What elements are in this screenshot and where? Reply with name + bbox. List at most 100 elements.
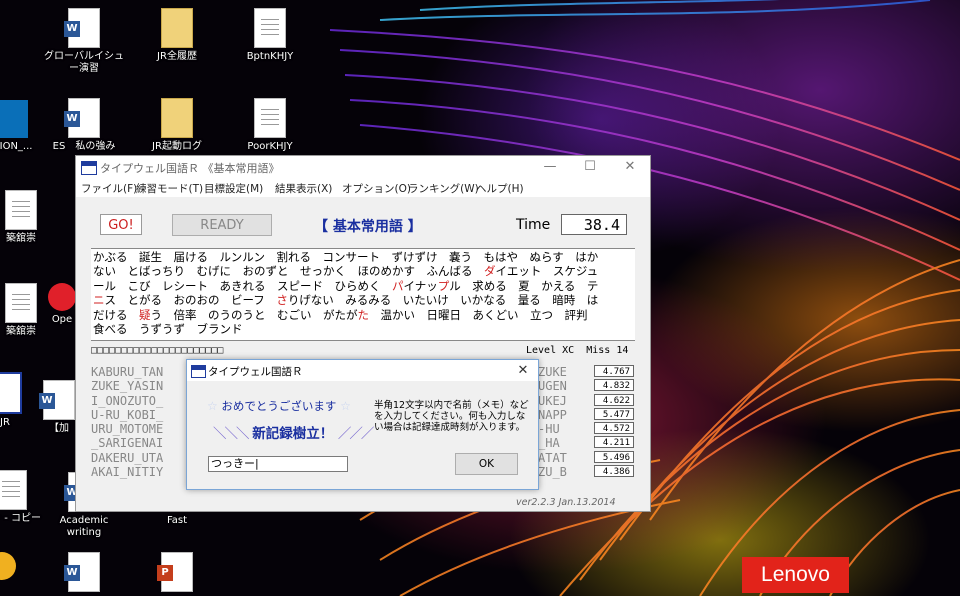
- practice-text-segment: う 倍率 のうのうと むごい がたが: [150, 307, 358, 322]
- minimize-icon: —: [543, 159, 557, 174]
- word-document-icon: W: [64, 552, 100, 592]
- desktop-icon-label: BptnKHJY: [246, 51, 294, 62]
- history-row-tail: ZU_B: [538, 465, 567, 480]
- history-left-column: KABURU_TAN ZUKE_YASIN I_ONOZUTO_ U-RU_KOBI_…: [91, 365, 163, 479]
- time-label: Time: [516, 217, 551, 233]
- history-row-tail: UKEJ: [538, 393, 567, 408]
- desktop-icon-bptnkhjy[interactable]: BptnKHJY: [227, 8, 313, 63]
- desktop-icon-label: Academic writing: [59, 515, 109, 538]
- practice-text-segment: りげない みるみる いたいけ いかなる 量る 暗時 は: [287, 293, 599, 308]
- miss-text: Miss 14: [586, 345, 629, 356]
- desktop-icon-powerpoint[interactable]: P: [134, 552, 220, 595]
- document-icon: [0, 470, 27, 510]
- menu-ranking[interactable]: ランキング(W): [408, 181, 479, 196]
- score-value: 5.496: [594, 450, 634, 463]
- desktop-icon-label: 築舘崇: [6, 326, 36, 337]
- highlighted-char: パ: [392, 278, 404, 293]
- minimize-button[interactable]: —: [530, 156, 570, 178]
- practice-text-segment: 食べる うずうず ブランド: [93, 322, 243, 337]
- dialog-title: タイプウェル国語Ｒ: [208, 366, 303, 378]
- practice-text-line: ール こび レシート あきれる スピード ひらめく パイナップル 求める 夏 か…: [93, 279, 633, 293]
- score-list: 4.767 4.832 4.622 5.477 4.572 4.211 5.496 4.386: [594, 365, 634, 479]
- desktop-icon-jr-history[interactable]: JR全履歴: [134, 8, 220, 63]
- desktop-icon-label: JR全履歴: [157, 51, 197, 62]
- star-icon: ☆: [207, 399, 218, 413]
- practice-text-segment: イエット スケジュ: [495, 264, 599, 279]
- opera-icon: [48, 283, 76, 311]
- highlighted-char: ダ: [484, 264, 496, 279]
- record-text: 新記録樹立！: [252, 426, 334, 442]
- desktop-icon-name-1[interactable]: 築舘崇: [0, 190, 64, 245]
- word-document-icon: W: [64, 8, 100, 48]
- ready-button[interactable]: READY: [172, 214, 272, 236]
- history-row-tail: ZUKE: [538, 365, 567, 379]
- highlighted-char: ニ: [93, 293, 105, 308]
- desktop-icon-label: Fast: [166, 515, 188, 526]
- app-window-icon: [191, 365, 206, 378]
- desktop-icon-global-issue[interactable]: W グローバルイシュー演習: [41, 8, 127, 75]
- close-icon: ✕: [624, 159, 636, 174]
- powerpoint-icon: P: [157, 552, 193, 592]
- level-miss-info: Level XC Miss 14: [526, 345, 628, 356]
- highlighted-char: プ: [437, 278, 450, 293]
- folder-icon: [161, 98, 193, 138]
- practice-text-area: かぶる 誕生 届ける ルンルン 割れる コンサート ずけずけ 嚢う もはや ぬら…: [91, 248, 635, 341]
- new-record-dialog[interactable]: タイプウェル国語Ｒ ✕ ☆ おめでとうございます ☆ ＼＼＼ 新記録樹立！ ／／…: [186, 359, 539, 490]
- history-row-tail: ATAT: [538, 450, 567, 465]
- desktop-icon-jr-log[interactable]: JR起動ログ: [134, 98, 220, 153]
- desktop-icon-poorkhjy[interactable]: PoorKHJY: [227, 98, 313, 153]
- score-value: 4.767: [594, 365, 634, 377]
- desktop-icon-copy[interactable]: ダー - コピー: [0, 470, 46, 525]
- dialog-title-bar[interactable]: タイプウェル国語Ｒ ✕: [187, 360, 538, 381]
- sparkle-icon: ＼＼＼: [213, 426, 249, 442]
- app-icon: [0, 100, 28, 138]
- menu-file[interactable]: ファイル(F): [81, 181, 137, 196]
- history-row: DAKERU_UTA: [91, 450, 164, 465]
- congrats-text: おめでとうございます: [221, 399, 337, 413]
- history-row: U-RU_KOBI_: [91, 407, 164, 422]
- history-row-tail: UGEN: [538, 379, 567, 394]
- score-value: 4.386: [594, 465, 634, 478]
- congrats-message: ☆ おめでとうございます ☆: [207, 398, 351, 414]
- desktop-icon-label: JR起動ログ: [152, 141, 202, 152]
- level-text: Level XC: [526, 345, 575, 356]
- practice-text-line: かぶる 誕生 届ける ルンルン 割れる コンサート ずけずけ 嚢う もはや ぬら…: [93, 250, 633, 264]
- main-title-bar[interactable]: タイプウェル国語Ｒ 《基本常用語》 — ☐ ✕: [76, 156, 650, 178]
- history-row: ZUKE_YASIN: [91, 379, 164, 394]
- dialog-instructions: 半角12文字以内で名前（メモ）などを入力してください。何も入力しない場合は記録達…: [374, 400, 529, 433]
- desktop-icon-label: PoorKHJY: [247, 141, 293, 152]
- menu-bar: ファイル(F) 練習モード(T) 目標設定(M) 結果表示(X) オプション(O…: [76, 178, 650, 197]
- desktop-icon-word-bottom[interactable]: W: [41, 552, 127, 595]
- document-icon: [254, 8, 286, 48]
- history-row: I_ONOZUTO_: [91, 393, 164, 408]
- word-document-icon: W: [64, 98, 100, 138]
- practice-text-segment: 温かい 日曜日 あくどい 立つ 評判: [369, 307, 588, 322]
- close-button[interactable]: ✕: [610, 156, 650, 178]
- maximize-button[interactable]: ☐: [570, 156, 610, 178]
- desktop-icon-chrome[interactable]: [0, 552, 32, 583]
- menu-practice-mode[interactable]: 練習モード(T): [136, 181, 203, 196]
- history-row: KABURU_TAN: [91, 365, 164, 379]
- desktop-icon-es-strength[interactable]: W ES 私の強み: [41, 98, 127, 153]
- practice-text-segment: ル 求める 夏 かえる テ: [449, 278, 599, 293]
- score-value: 4.622: [594, 393, 634, 406]
- desktop-icon-label: グローバルイシュー演習: [44, 51, 124, 74]
- score-value: 5.477: [594, 407, 634, 420]
- practice-text-segment: ない とばっちり むげに おのずと せっかく ほのめかす ふんばる: [93, 264, 484, 279]
- history-row-tail: _HA: [538, 436, 560, 451]
- menu-help[interactable]: ヘルプ(H): [476, 181, 524, 196]
- dialog-close-button[interactable]: ✕: [512, 360, 534, 381]
- score-value: 4.572: [594, 422, 634, 435]
- practice-text-line: だける 疑う 倍率 のうのうと むごい がたがた 温かい 日曜日 あくどい 立つ…: [93, 308, 633, 322]
- menu-results[interactable]: 結果表示(X): [275, 181, 332, 196]
- name-input[interactable]: つっきー|: [208, 456, 348, 472]
- menu-options[interactable]: オプション(O): [342, 181, 411, 196]
- score-value: 4.832: [594, 379, 634, 392]
- lenovo-logo: Lenovo: [742, 557, 849, 593]
- practice-text-segment: かぶる 誕生 届ける ルンルン 割れる コンサート ずけずけ 嚢う もはや ぬら…: [93, 250, 599, 264]
- ok-button[interactable]: OK: [455, 453, 518, 475]
- history-row-tail: NAPP: [538, 407, 567, 422]
- course-title: 【 基本常用語 】: [314, 219, 422, 235]
- score-value: 4.211: [594, 436, 634, 449]
- menu-goal-setting[interactable]: 目標設定(M): [204, 181, 263, 196]
